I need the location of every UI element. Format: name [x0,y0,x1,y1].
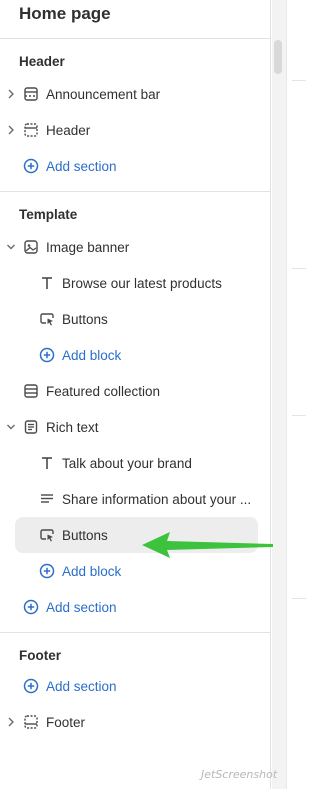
text-t-icon [38,454,56,472]
add-section-header-button[interactable]: Add section [0,148,260,184]
section-label: Announcement bar [46,86,161,102]
plus-circle-icon [22,157,40,175]
chevron-down-icon[interactable] [5,240,17,254]
text-t-icon [38,274,56,292]
add-block-image-banner-button[interactable]: Add block [0,337,260,373]
group-heading-footer: Footer [19,648,61,663]
block-browse-latest-products[interactable]: Browse our latest products [0,265,260,301]
block-buttons-image-banner[interactable]: Buttons [0,301,260,337]
paragraph-lines-icon [38,490,56,508]
preview-strip [286,0,306,789]
group-heading-template: Template [19,207,78,222]
chevron-right-icon[interactable] [5,123,17,137]
group-divider [0,191,271,192]
chevron-down-icon[interactable] [5,420,17,434]
preview-divider [292,80,306,81]
section-layout-icon [22,121,40,139]
section-layout-icon [22,713,40,731]
block-label: Talk about your brand [62,455,192,471]
plus-circle-icon [22,677,40,695]
plus-circle-icon [22,598,40,616]
add-section-label: Add section [46,678,117,694]
add-section-label: Add section [46,599,117,615]
section-footer[interactable]: Footer [0,704,260,740]
cursor-button-icon [38,526,56,544]
section-label: Featured collection [46,383,161,399]
add-section-footer-button[interactable]: Add section [0,668,260,704]
preview-divider [292,415,306,416]
chevron-right-icon[interactable] [5,715,17,729]
section-featured-collection[interactable]: Featured collection [0,373,260,409]
section-rich-text[interactable]: Rich text [0,409,260,445]
watermark: JetScreenshot [201,768,278,781]
section-layout-icon [22,85,40,103]
section-label: Image banner [46,239,130,255]
section-label: Rich text [46,419,99,435]
add-section-label: Add section [46,158,117,174]
image-icon [22,238,40,256]
block-label: Buttons [62,311,108,327]
block-label: Share information about your ... [62,491,252,507]
green-arrow-annotation [142,532,273,558]
page-title: Home page [19,4,111,23]
add-block-label: Add block [62,347,122,363]
scrollbar-thumb[interactable] [274,40,282,74]
group-heading-header: Header [19,54,65,69]
block-talk-about-brand[interactable]: Talk about your brand [0,445,260,481]
sections-panel: Home page Header Announcement bar Header… [0,0,271,789]
block-label: Buttons [62,527,108,543]
document-text-icon [22,418,40,436]
section-announcement-bar[interactable]: Announcement bar [0,76,260,112]
section-layout-icon [22,382,40,400]
block-share-information[interactable]: Share information about your ... [0,481,262,517]
section-header[interactable]: Header [0,112,260,148]
chevron-right-icon[interactable] [5,87,17,101]
plus-circle-icon [38,562,56,580]
preview-edge [272,0,306,789]
block-label: Browse our latest products [62,275,222,291]
add-section-template-button[interactable]: Add section [0,589,260,625]
title-divider [0,38,271,39]
add-block-label: Add block [62,563,122,579]
cursor-button-icon [38,310,56,328]
preview-divider [292,598,306,599]
section-label: Header [46,122,91,138]
plus-circle-icon [38,346,56,364]
group-divider [0,632,271,633]
section-label: Footer [46,714,86,730]
section-image-banner[interactable]: Image banner [0,229,260,265]
preview-divider [292,268,306,269]
